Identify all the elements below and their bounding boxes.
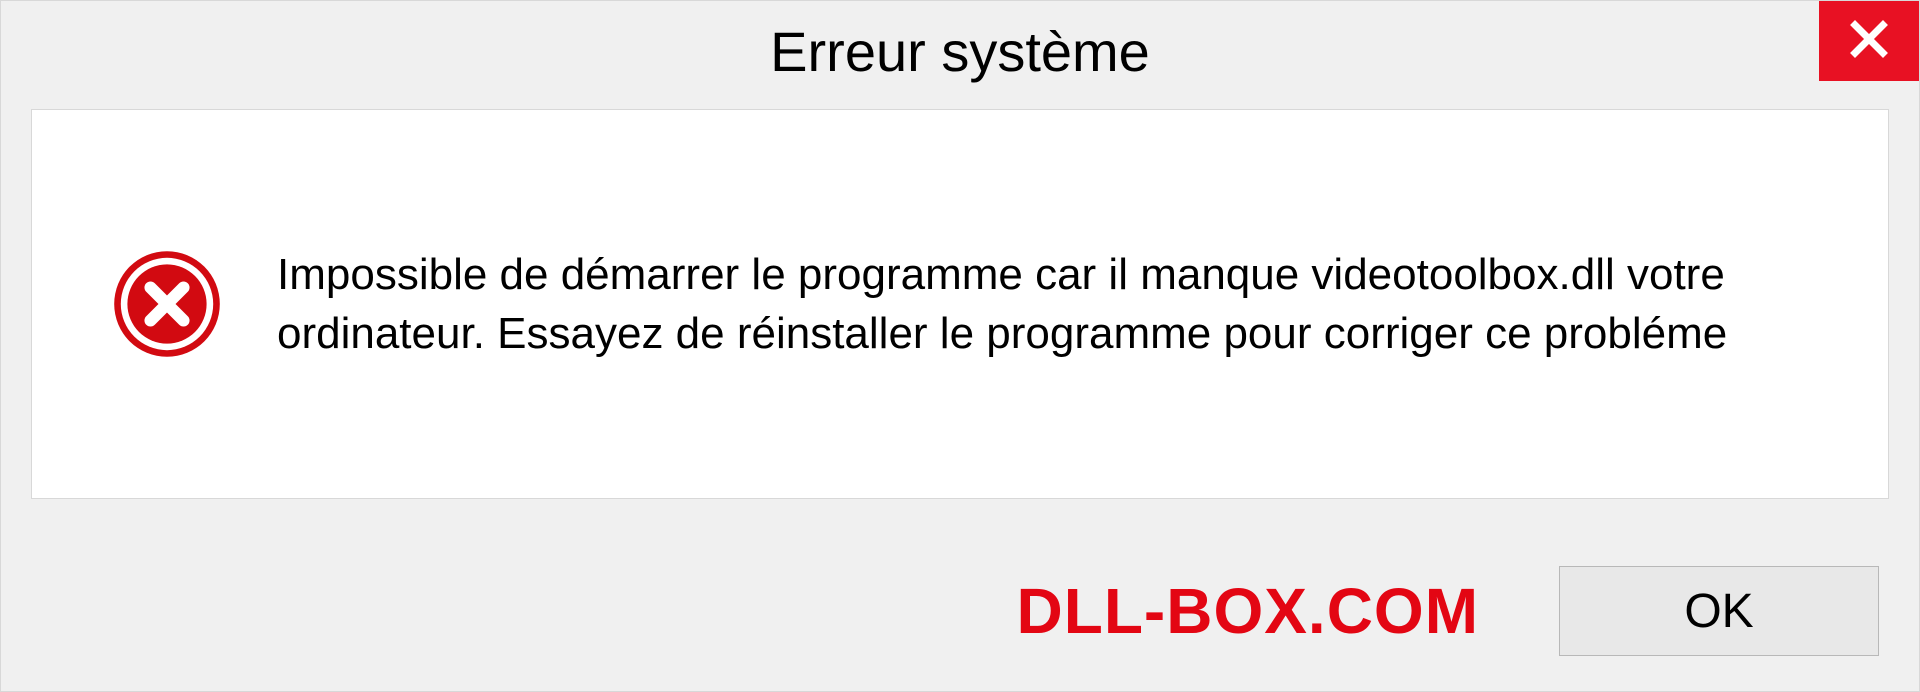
dialog-footer: DLL-BOX.COM OK bbox=[1, 531, 1919, 691]
titlebar: Erreur système bbox=[1, 1, 1919, 101]
content-box: Impossible de démarrer le programme car … bbox=[31, 109, 1889, 499]
error-dialog: Erreur système Impossible de démarrer le… bbox=[0, 0, 1920, 692]
error-message: Impossible de démarrer le programme car … bbox=[277, 245, 1828, 364]
dialog-title: Erreur système bbox=[770, 19, 1150, 84]
close-icon bbox=[1848, 18, 1890, 65]
brand-label: DLL-BOX.COM bbox=[1017, 574, 1480, 648]
error-icon bbox=[112, 249, 222, 359]
close-button[interactable] bbox=[1819, 1, 1919, 81]
ok-button[interactable]: OK bbox=[1559, 566, 1879, 656]
